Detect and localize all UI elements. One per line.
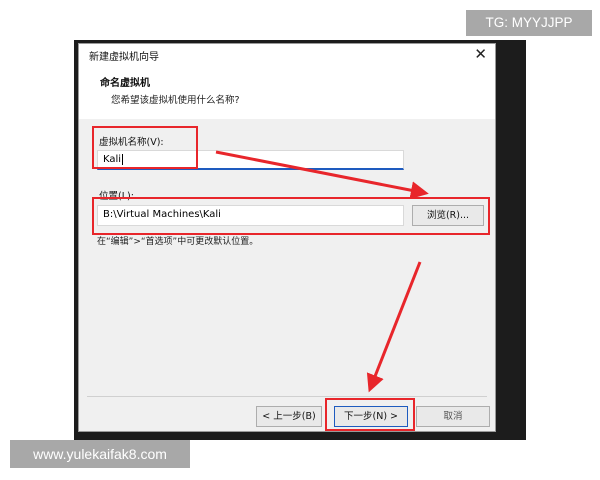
default-location-hint: 在“编辑”>“首选项”中可更改默认位置。 (97, 237, 259, 247)
vm-name-input[interactable]: Kali (97, 150, 404, 170)
next-button[interactable]: 下一步(N) > (334, 406, 408, 427)
vm-name-label: 虚拟机名称(V): (99, 137, 164, 148)
vm-name-value: Kali (103, 154, 122, 165)
back-button[interactable]: < 上一步(B) (256, 406, 322, 427)
tag-watermark: TG: MYYJJPP (466, 10, 592, 36)
close-icon[interactable]: ✕ (474, 45, 487, 63)
location-value: B:\Virtual Machines\Kali (103, 209, 221, 220)
step-subtitle: 您希望该虚拟机使用什么名称? (111, 95, 240, 106)
header-divider (79, 118, 495, 119)
new-vm-wizard-dialog: 新建虚拟机向导 ✕ 命名虚拟机 您希望该虚拟机使用什么名称? 虚拟机名称(V):… (78, 43, 496, 432)
title-bar: 新建虚拟机向导 ✕ (79, 44, 495, 67)
text-caret (122, 153, 124, 165)
wizard-header: 命名虚拟机 您希望该虚拟机使用什么名称? (79, 66, 495, 119)
location-input[interactable]: B:\Virtual Machines\Kali (97, 205, 404, 226)
footer-divider (87, 396, 487, 397)
location-label: 位置(L): (99, 191, 134, 202)
cancel-button[interactable]: 取消 (416, 406, 490, 427)
step-title: 命名虚拟机 (100, 78, 150, 89)
browse-button[interactable]: 浏览(R)... (412, 205, 484, 226)
site-watermark: www.yulekaifak8.com (10, 440, 190, 468)
window-title: 新建虚拟机向导 (89, 52, 159, 63)
